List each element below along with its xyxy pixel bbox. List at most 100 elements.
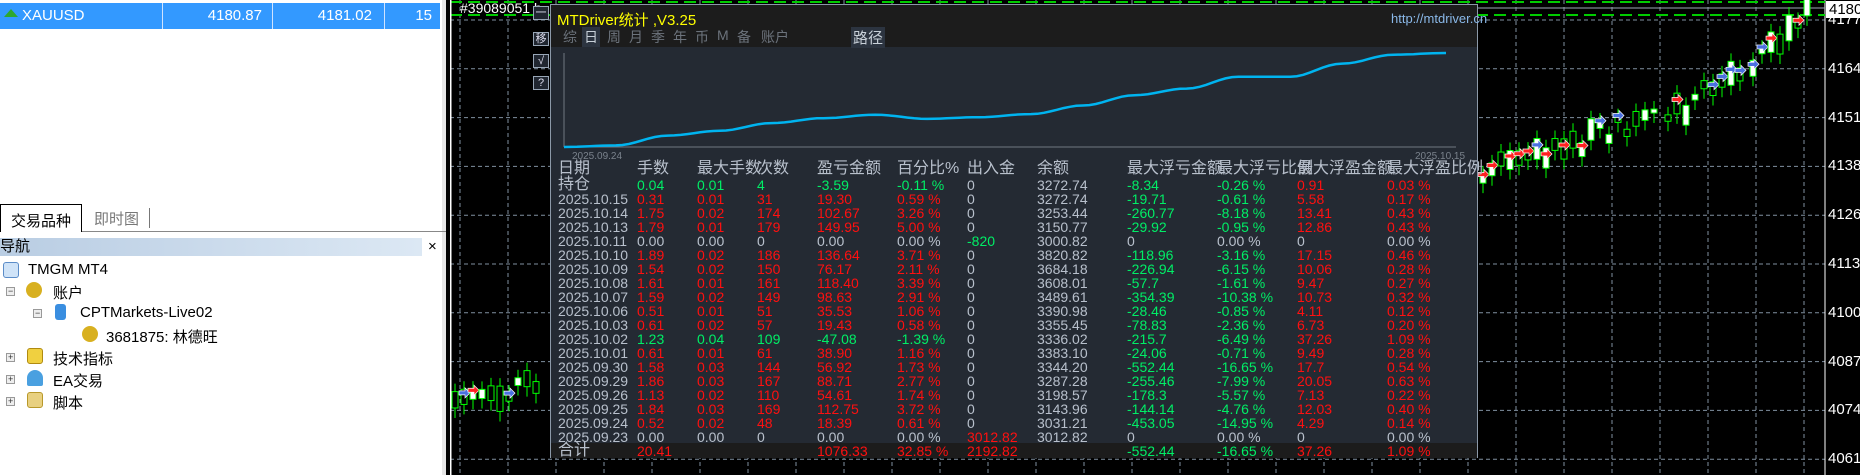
table-cell: 0.43 % [1387, 205, 1431, 221]
tree-item-scripts[interactable]: 脚本 [53, 392, 83, 413]
market-watch-row-xauusd[interactable]: XAUUSD 4180.87 4181.02 15 [0, 3, 440, 29]
table-cell: 1.89 [637, 247, 665, 263]
table-cell: 38.90 [817, 345, 853, 361]
table-cell: -820 [967, 233, 996, 249]
table-cell: -226.94 [1127, 261, 1175, 277]
table-cell: -4.76 % [1217, 401, 1266, 417]
move-button[interactable]: 移 [533, 32, 549, 46]
table-cell: 149 [757, 289, 781, 305]
column-header: 出入金 [967, 160, 1016, 177]
expand-icon[interactable]: + [6, 353, 15, 362]
table-cell: -24.06 [1127, 345, 1167, 361]
candle-body [1691, 93, 1699, 101]
tab-tick-chart[interactable]: 即时图 [84, 208, 151, 228]
table-cell: 0 [1127, 233, 1135, 249]
table-cell: 1.84 [637, 401, 665, 417]
table-cell: 0.28 % [1387, 261, 1431, 277]
total-cell: 1076.33 [817, 443, 868, 459]
tab-symbols[interactable]: 交易品种 [0, 204, 83, 232]
candle-body [1650, 108, 1658, 114]
collapse-icon[interactable]: − [33, 309, 42, 318]
panel-tab[interactable]: M [715, 27, 731, 43]
panel-tab[interactable]: 季 [649, 27, 667, 47]
table-cell: 144 [757, 359, 781, 375]
tree-item-accounts[interactable]: 账户 [53, 282, 83, 303]
table-cell: -3.59 [817, 177, 849, 193]
table-cell: 3390.98 [1037, 303, 1088, 319]
table-cell: 0.02 [697, 415, 725, 431]
candle-body [532, 381, 540, 394]
table-cell: 12.86 [1297, 219, 1333, 235]
panel-tab[interactable]: 账户 [759, 27, 791, 47]
panel-tab[interactable]: 月 [627, 27, 645, 47]
tree-item-terminal[interactable]: TMGM MT4 [28, 261, 108, 278]
table-cell: 3344.20 [1037, 359, 1088, 375]
tree-item-indicators[interactable]: 技术指标 [53, 348, 113, 369]
table-cell: 17.7 [1297, 359, 1325, 375]
table-cell: 3.26 % [897, 205, 941, 221]
column-header: 最大浮盈比例 [1387, 160, 1484, 177]
tree-item-account[interactable]: 3681875: 林德旺 [106, 326, 218, 347]
table-cell: -5.57 % [1217, 387, 1266, 403]
tree-item-server[interactable]: CPTMarkets-Live02 [80, 304, 213, 321]
table-cell: 1.09 % [1387, 331, 1431, 347]
table-cell: -14.95 % [1217, 415, 1274, 431]
total-label: 合计 [558, 442, 591, 459]
equity-mini-chart [563, 51, 1456, 149]
confirm-button[interactable]: √ [533, 54, 549, 68]
panel-tab[interactable]: 综 [561, 27, 579, 47]
row-label: 2025.10.03 [558, 317, 629, 333]
candle-body [496, 385, 504, 412]
table-cell: 0 [1127, 429, 1135, 445]
table-cell: 54.61 [817, 387, 853, 403]
row-label: 2025.09.30 [558, 359, 629, 375]
table-cell: -215.7 [1127, 331, 1167, 347]
expand-icon[interactable]: + [6, 375, 15, 384]
panel-tab[interactable]: 年 [671, 27, 689, 47]
panel-tab[interactable]: 日 [582, 27, 600, 47]
panel-tab[interactable]: 币 [693, 27, 711, 47]
navigator-close-button[interactable]: × [428, 238, 437, 255]
table-cell: -7.99 % [1217, 373, 1266, 389]
table-cell: 1.58 [637, 359, 665, 375]
table-cell: 3272.74 [1037, 191, 1088, 207]
path-button[interactable]: 路径 [851, 27, 886, 48]
row-label: 2025.10.09 [558, 261, 629, 277]
panel-tab[interactable]: 备 [735, 27, 753, 47]
price-label: 4138 [1828, 157, 1860, 175]
table-cell: 3143.96 [1037, 401, 1088, 417]
table-cell: 0.00 % [1217, 233, 1261, 249]
row-label: 2025.10.14 [558, 205, 629, 221]
candle-body [1641, 109, 1649, 121]
table-cell: 6.73 [1297, 317, 1325, 333]
table-cell: 0.58 % [897, 317, 941, 333]
candle-body [523, 370, 531, 388]
tree-item-expert-advisors[interactable]: EA交易 [53, 370, 103, 391]
price-label: 4151 [1828, 108, 1860, 126]
candle-body [1682, 104, 1690, 126]
website-link[interactable]: http://mtdriver.cn [1391, 11, 1487, 26]
panel-tab[interactable]: 周 [605, 27, 623, 47]
table-cell: 3150.77 [1037, 219, 1088, 235]
collapse-icon[interactable]: − [6, 287, 15, 296]
table-cell: 0.02 [697, 387, 725, 403]
equity-curve-line [563, 51, 1447, 149]
candle-body [1776, 33, 1784, 55]
table-cell: -10.38 % [1217, 289, 1274, 305]
table-cell: 3355.45 [1037, 317, 1088, 333]
table-cell: 0.00 [637, 429, 665, 445]
table-cell: 0.46 % [1387, 247, 1431, 263]
table-cell: 1.73 % [897, 359, 941, 375]
candle-body [487, 385, 495, 402]
help-button[interactable]: ? [533, 76, 549, 90]
table-cell: 2.11 % [897, 261, 940, 277]
table-cell: 0.00 % [1217, 429, 1261, 445]
expert-advisor-icon [27, 370, 43, 386]
table-cell: 1.79 [637, 219, 665, 235]
table-cell: -178.3 [1127, 387, 1167, 403]
table-cell: 1.13 [637, 387, 665, 403]
table-cell: 0.01 [697, 303, 725, 319]
expand-icon[interactable]: + [6, 397, 15, 406]
table-cell: 0.20 % [1387, 317, 1431, 333]
minimize-button[interactable]: 一 [533, 6, 549, 20]
